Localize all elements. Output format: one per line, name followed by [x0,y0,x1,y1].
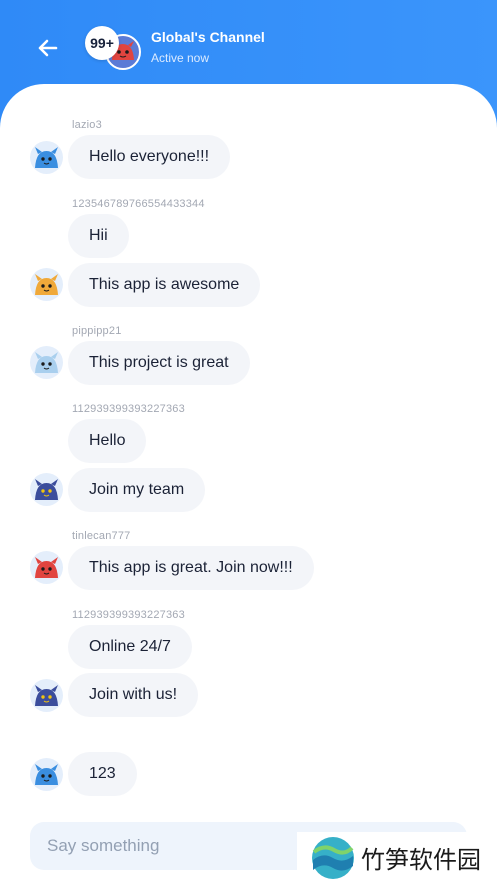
message-bubble[interactable]: 123 [68,752,137,796]
light-blue-dragon-avatar[interactable] [30,346,63,379]
blue-dragon-avatar[interactable] [30,141,63,174]
orange-dragon-avatar[interactable] [30,268,63,301]
unread-count-badge: 99+ [85,26,119,60]
message-bubble[interactable]: Hii [68,214,129,258]
message-sender: 123546789766554433344 [72,198,205,210]
channel-avatar-group[interactable]: 99+ [85,26,141,70]
message-bubble[interactable]: Join with us! [68,673,199,717]
watermark-text: 竹笋软件园 [361,846,481,874]
message-bubble[interactable]: Hello [68,419,147,463]
message-bubble[interactable]: This project is great [68,341,250,385]
back-button[interactable] [34,34,62,62]
arrow-left-icon [38,39,58,57]
message-sender: 112939399393227363 [72,403,185,415]
message-sender: 112939399393227363 [72,609,185,621]
message-bubble[interactable]: Online 24/7 [68,625,192,669]
watermark: 竹笋软件园 [297,832,497,883]
message-sender: tinlecan777 [72,530,131,542]
channel-status: Active now [151,51,210,65]
message-sender: lazio3 [72,119,102,131]
red-dragon-avatar[interactable] [30,551,63,584]
blue-dragon-avatar[interactable] [30,758,63,791]
channel-title: Global's Channel [151,29,265,45]
message-bubble[interactable]: This app is great. Join now!!! [68,546,314,590]
message-bubble[interactable]: Join my team [68,468,206,512]
dark-blue-dragon-avatar[interactable] [30,473,63,506]
message-bubble[interactable]: Hello everyone!!! [68,135,231,179]
message-bubble[interactable]: This app is awesome [68,263,261,307]
dark-blue-dragon-avatar[interactable] [30,679,63,712]
watermark-logo-icon [312,836,354,879]
message-sender: pippipp21 [72,325,122,337]
